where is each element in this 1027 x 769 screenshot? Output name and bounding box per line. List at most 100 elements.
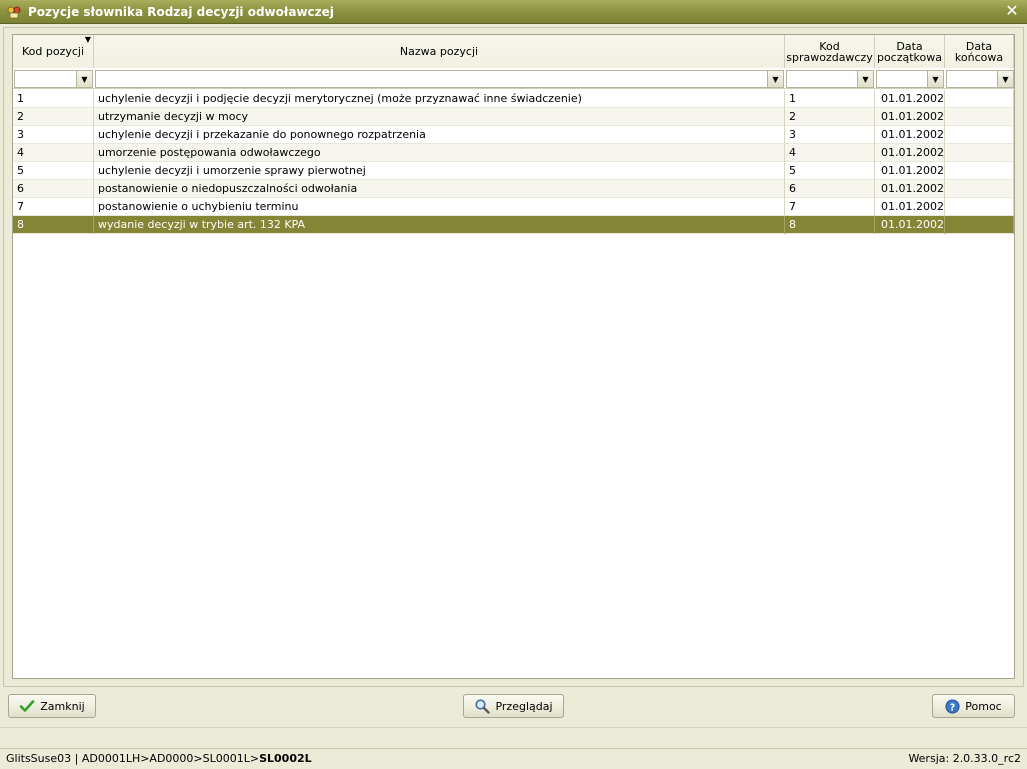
cell-data-poczatkowa: 01.01.2002 <box>875 198 945 216</box>
browse-button[interactable]: Przeglądaj <box>463 694 564 718</box>
filter-row: ▼ ▼ ▼ ▼ ▼ <box>13 69 1014 89</box>
cell-data-koncowa <box>945 216 1014 234</box>
cell-kod-sprawozdawczy: 3 <box>785 126 875 144</box>
close-button[interactable]: Zamknij <box>8 694 96 718</box>
cell-nazwa-pozycji: uchylenie decyzji i przekazanie do ponow… <box>94 126 785 144</box>
cell-nazwa-pozycji: postanowienie o uchybieniu terminu <box>94 198 785 216</box>
cell-data-koncowa <box>945 126 1014 144</box>
cell-data-koncowa <box>945 162 1014 180</box>
filter-kod-pozycji-input[interactable] <box>15 71 76 87</box>
close-icon: ✕ <box>1005 1 1019 20</box>
sort-desc-icon: ▼ <box>84 35 91 44</box>
cell-kod-sprawozdawczy: 6 <box>785 180 875 198</box>
status-version: Wersja: 2.0.33.0_rc2 <box>908 752 1021 765</box>
cell-kod-sprawozdawczy: 5 <box>785 162 875 180</box>
filter-nazwa-pozycji: ▼ <box>95 70 784 88</box>
magnifier-icon <box>475 699 491 714</box>
column-header-data-koncowa[interactable]: Data końcowa <box>945 35 1014 68</box>
status-bar: GlitsSuse03 | AD0001LH>AD0000>SL0001L>SL… <box>0 748 1027 769</box>
table-row[interactable]: 2 utrzymanie decyzji w mocy 2 01.01.2002 <box>13 108 1014 126</box>
cell-data-koncowa <box>945 180 1014 198</box>
filter-data-koncowa-input[interactable] <box>947 71 997 87</box>
column-header-label-line1: Data <box>965 39 993 53</box>
cell-kod-pozycji: 8 <box>13 216 94 234</box>
triangle-down-icon: ▼ <box>81 74 88 84</box>
filter-data-poczatkowa-input[interactable] <box>877 71 927 87</box>
cell-nazwa-pozycji: uchylenie decyzji i podjęcie decyzji mer… <box>94 90 785 108</box>
main-panel: Kod pozycji ▼ Nazwa pozycji Kod sprawozd… <box>3 27 1024 687</box>
cell-data-poczatkowa: 01.01.2002 <box>875 216 945 234</box>
column-header-label-line2: końcowa <box>954 50 1004 64</box>
dictionary-grid: Kod pozycji ▼ Nazwa pozycji Kod sprawozd… <box>12 34 1015 679</box>
column-header-kod-pozycji[interactable]: Kod pozycji ▼ <box>13 35 94 68</box>
triangle-down-icon: ▼ <box>772 74 779 84</box>
app-icon <box>7 6 21 18</box>
grid-header: Kod pozycji ▼ Nazwa pozycji Kod sprawozd… <box>13 35 1014 68</box>
triangle-down-icon: ▼ <box>862 74 869 84</box>
cell-data-poczatkowa: 01.01.2002 <box>875 108 945 126</box>
help-button[interactable]: ? Pomoc <box>932 694 1015 718</box>
svg-text:?: ? <box>950 702 955 713</box>
cell-data-koncowa <box>945 108 1014 126</box>
cell-kod-sprawozdawczy: 4 <box>785 144 875 162</box>
cell-kod-sprawozdawczy: 2 <box>785 108 875 126</box>
checkmark-icon <box>19 700 35 712</box>
cell-data-poczatkowa: 01.01.2002 <box>875 180 945 198</box>
column-header-label-line2: sprawozdawczy <box>786 50 873 64</box>
cell-kod-pozycji: 5 <box>13 162 94 180</box>
column-header-label: Kod pozycji <box>21 45 85 58</box>
column-header-label-line2: początkowa <box>876 50 943 64</box>
triangle-down-icon: ▼ <box>1002 74 1009 84</box>
cell-nazwa-pozycji: uchylenie decyzji i umorzenie sprawy pie… <box>94 162 785 180</box>
cell-data-koncowa <box>945 90 1014 108</box>
column-header-kod-sprawozdawczy[interactable]: Kod sprawozdawczy <box>785 35 875 68</box>
table-row[interactable]: 6 postanowienie o niedopuszczalności odw… <box>13 180 1014 198</box>
cell-data-poczatkowa: 01.01.2002 <box>875 162 945 180</box>
cell-data-poczatkowa: 01.01.2002 <box>875 90 945 108</box>
separator <box>0 727 1027 728</box>
close-button-label: Zamknij <box>40 699 85 713</box>
filter-nazwa-pozycji-input[interactable] <box>96 71 767 87</box>
column-header-label-line1: Kod <box>819 39 840 53</box>
window-titlebar: Pozycje słownika Rodzaj decyzji odwoławc… <box>0 0 1027 24</box>
filter-kod-pozycji-dropdown[interactable]: ▼ <box>76 71 92 87</box>
cell-kod-pozycji: 6 <box>13 180 94 198</box>
column-header-data-poczatkowa[interactable]: Data początkowa <box>875 35 945 68</box>
column-header-label-line1: Data <box>896 39 923 53</box>
help-button-label: Pomoc <box>965 699 1002 713</box>
filter-data-koncowa: ▼ <box>946 70 1014 88</box>
status-path-current: SL0002L <box>259 752 312 765</box>
window-title: Pozycje słownika Rodzaj decyzji odwoławc… <box>28 4 334 19</box>
cell-kod-sprawozdawczy: 1 <box>785 90 875 108</box>
table-row[interactable]: 1 uchylenie decyzji i podjęcie decyzji m… <box>13 90 1014 108</box>
table-row-selected[interactable]: 8 wydanie decyzji w trybie art. 132 KPA … <box>13 216 1014 234</box>
table-row[interactable]: 7 postanowienie o uchybieniu terminu 7 0… <box>13 198 1014 216</box>
cell-nazwa-pozycji: wydanie decyzji w trybie art. 132 KPA <box>94 216 785 234</box>
filter-data-poczatkowa: ▼ <box>876 70 944 88</box>
column-header-nazwa-pozycji[interactable]: Nazwa pozycji <box>94 35 785 68</box>
cell-kod-sprawozdawczy: 7 <box>785 198 875 216</box>
cell-kod-pozycji: 4 <box>13 144 94 162</box>
triangle-down-icon: ▼ <box>932 74 939 84</box>
cell-nazwa-pozycji: postanowienie o niedopuszczalności odwoł… <box>94 180 785 198</box>
browse-button-label: Przeglądaj <box>495 699 553 713</box>
filter-kod-sprawozdawczy-dropdown[interactable]: ▼ <box>857 71 873 87</box>
close-window-button[interactable]: ✕ <box>1003 2 1021 20</box>
cell-kod-pozycji: 2 <box>13 108 94 126</box>
cell-nazwa-pozycji: utrzymanie decyzji w mocy <box>94 108 785 126</box>
filter-nazwa-pozycji-dropdown[interactable]: ▼ <box>767 71 783 87</box>
cell-data-poczatkowa: 01.01.2002 <box>875 144 945 162</box>
cell-kod-sprawozdawczy: 8 <box>785 216 875 234</box>
table-row[interactable]: 3 uchylenie decyzji i przekazanie do pon… <box>13 126 1014 144</box>
filter-kod-sprawozdawczy-input[interactable] <box>787 71 857 87</box>
cell-data-koncowa <box>945 198 1014 216</box>
cell-kod-pozycji: 1 <box>13 90 94 108</box>
filter-data-koncowa-dropdown[interactable]: ▼ <box>997 71 1013 87</box>
help-icon: ? <box>945 698 960 714</box>
table-row[interactable]: 4 umorzenie postępowania odwoławczego 4 … <box>13 144 1014 162</box>
filter-data-poczatkowa-dropdown[interactable]: ▼ <box>927 71 943 87</box>
cell-data-koncowa <box>945 144 1014 162</box>
table-row[interactable]: 5 uchylenie decyzji i umorzenie sprawy p… <box>13 162 1014 180</box>
cell-nazwa-pozycji: umorzenie postępowania odwoławczego <box>94 144 785 162</box>
cell-kod-pozycji: 3 <box>13 126 94 144</box>
